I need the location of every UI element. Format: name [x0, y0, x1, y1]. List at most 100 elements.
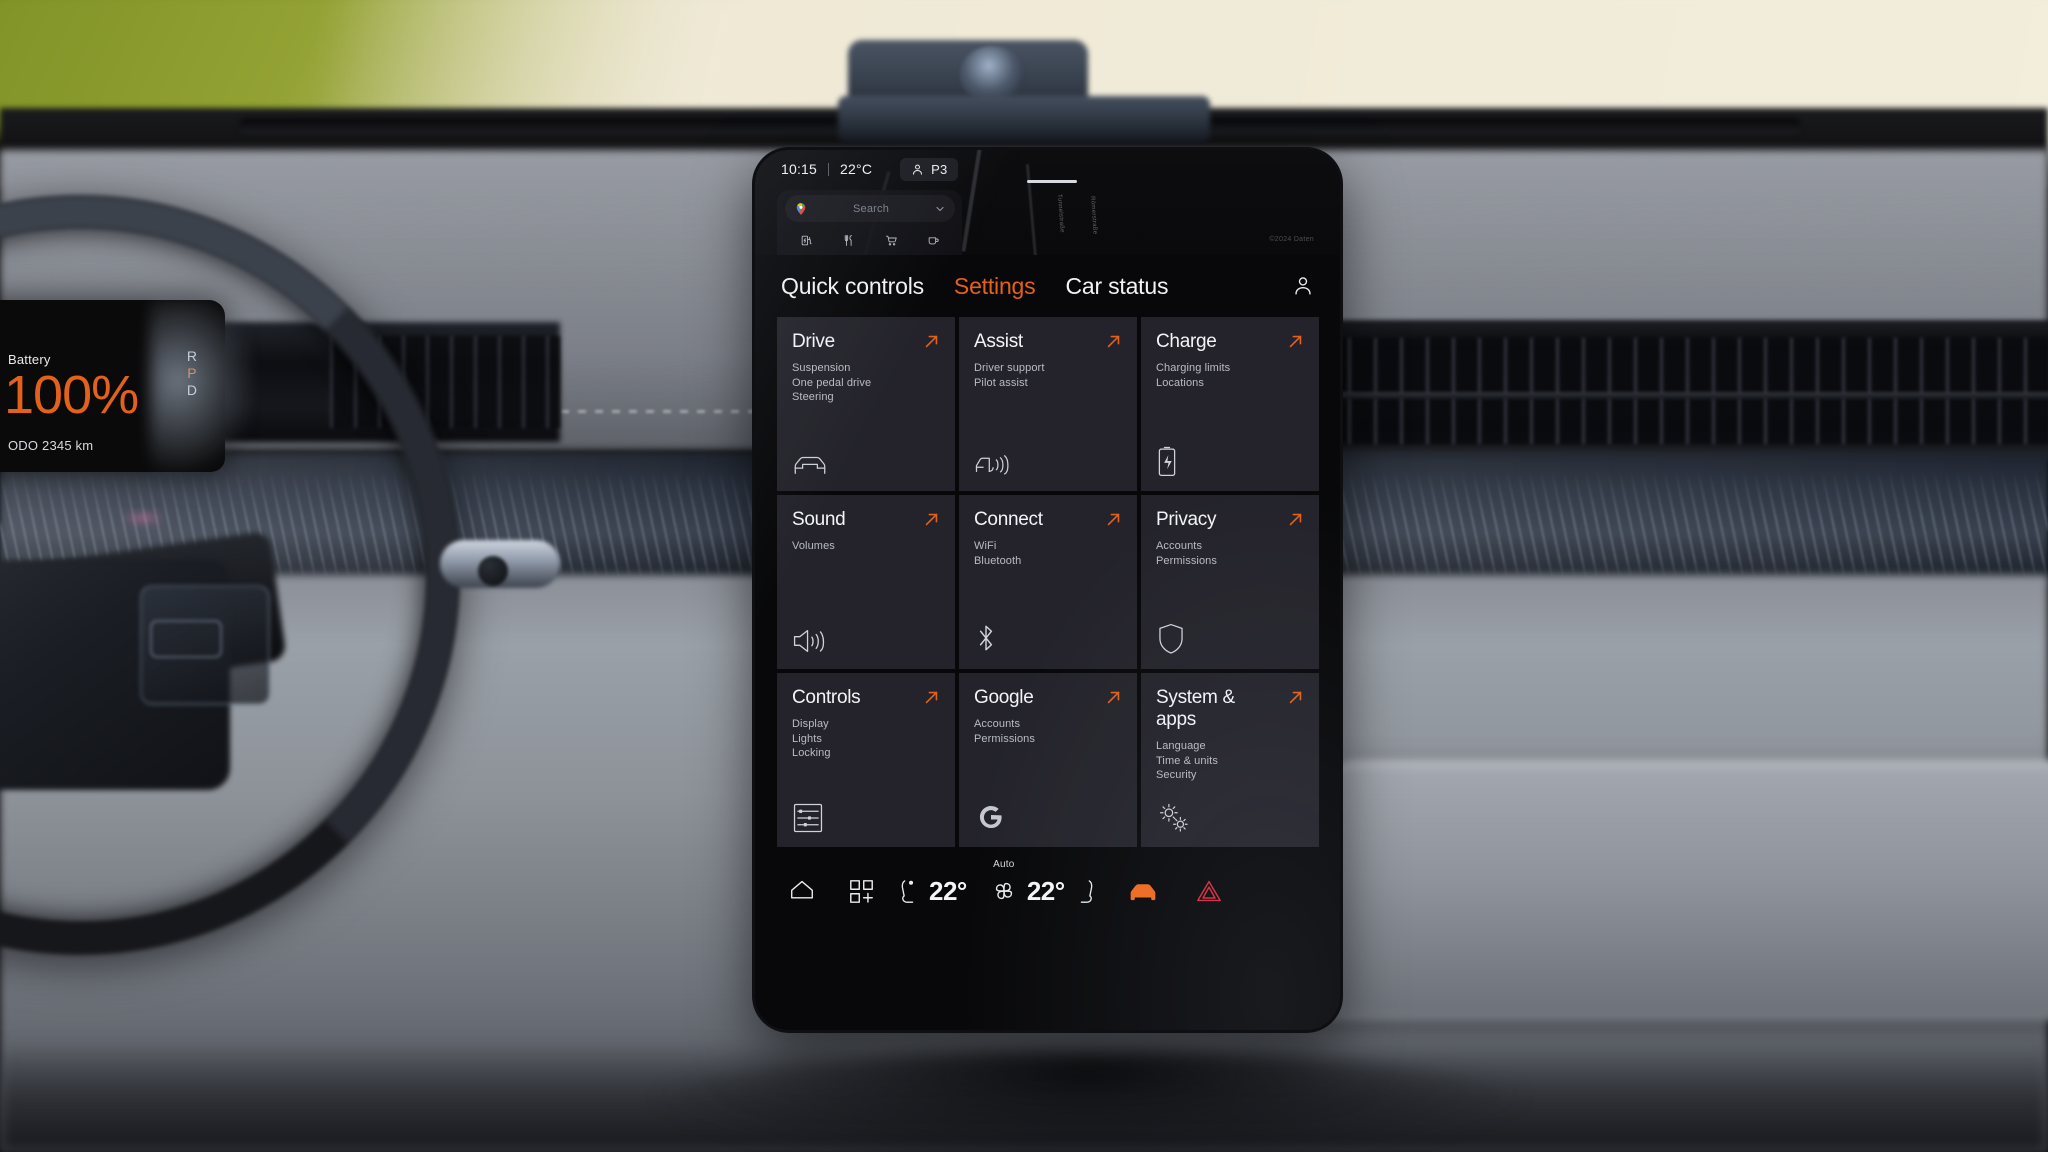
card-header: Sound: [792, 509, 940, 531]
search-placeholder: Search: [852, 202, 890, 215]
arrow-up-right-icon[interactable]: [1105, 333, 1122, 350]
settings-card-charge[interactable]: Charge Charging limits Locations: [1141, 317, 1319, 491]
card-title: Controls: [792, 687, 861, 708]
card-title: Charge: [1156, 331, 1217, 352]
right-temperature-value[interactable]: 22°: [1027, 876, 1065, 907]
driver-instrument-cluster: Battery 100% ODO 2345 km R P D: [0, 300, 225, 472]
card-subitem: Suspension: [792, 362, 851, 374]
settings-card-controls[interactable]: Controls Display Lights Locking: [777, 673, 955, 847]
charging-station-icon[interactable]: [800, 234, 813, 247]
gear-d: D: [186, 382, 197, 398]
card-header: Controls: [792, 687, 940, 709]
main-tab-bar[interactable]: Quick controls Settings Car status: [755, 255, 1340, 317]
card-header: Drive: [792, 331, 940, 353]
sliders-panel-icon: [792, 802, 824, 834]
google-g-logo-icon: [974, 800, 1008, 834]
person-icon: [911, 163, 924, 176]
speaker-waves-icon: [792, 626, 830, 656]
steering-wheel-button[interactable]: [150, 620, 222, 658]
arrow-up-right-icon[interactable]: [1105, 511, 1122, 528]
glovebox-panel: [1300, 760, 2048, 1020]
card-subitems: Suspension One pedal drive Steering: [792, 361, 940, 405]
car-front-icon: [792, 450, 828, 478]
card-subitem: Display: [792, 718, 829, 730]
tab-car-status[interactable]: Car status: [1065, 273, 1168, 300]
card-title: Connect: [974, 509, 1043, 530]
card-subitem: Time & units: [1156, 754, 1218, 767]
card-subitems: Language Time & units Security: [1156, 739, 1304, 783]
arrow-up-right-icon[interactable]: [1287, 689, 1304, 706]
gear-r: R: [186, 348, 197, 364]
google-maps-pin-icon: [794, 202, 808, 216]
card-subitems: Display Lights Locking: [792, 717, 940, 761]
apps-add-icon[interactable]: [849, 879, 874, 904]
arrow-up-right-icon[interactable]: [923, 689, 940, 706]
settings-card-drive[interactable]: Drive Suspension One pedal drive Steerin…: [777, 317, 955, 491]
card-subitem: Driver support: [974, 362, 1045, 374]
settings-card-grid[interactable]: Drive Suspension One pedal drive Steerin…: [777, 317, 1319, 847]
card-header: Connect: [974, 509, 1122, 531]
tab-quick-controls[interactable]: Quick controls: [781, 273, 924, 300]
card-subitem: Accounts: [1156, 540, 1203, 552]
camera-lens: [960, 46, 1024, 102]
card-subitem: One pedal drive: [792, 376, 872, 389]
arrow-up-right-icon[interactable]: [923, 333, 940, 350]
seat-heat-icon[interactable]: [898, 878, 919, 905]
center-infotainment-display[interactable]: Tunnelstraße Römerstraße ©2024 Daten 10:…: [755, 150, 1340, 1030]
shopping-cart-icon[interactable]: [885, 234, 898, 247]
arrow-up-right-icon[interactable]: [923, 511, 940, 528]
arrow-up-right-icon[interactable]: [1105, 689, 1122, 706]
seat-icon[interactable]: [1075, 878, 1096, 905]
steering-wheel-reflection: [120, 510, 166, 526]
card-header: Google: [974, 687, 1122, 709]
settings-card-system-apps[interactable]: System & apps Language Time & units Secu…: [1141, 673, 1319, 847]
left-temperature-value[interactable]: 22°: [929, 876, 967, 907]
hazard-triangle-icon[interactable]: [1196, 879, 1222, 903]
turn-signal-stalk-cap: [478, 556, 508, 586]
card-title: Privacy: [1156, 509, 1217, 530]
card-subitems: Charging limits Locations: [1156, 361, 1304, 390]
card-subitems: Accounts Permissions: [974, 717, 1122, 746]
card-subitems: Driver support Pilot assist: [974, 361, 1122, 390]
card-title: Sound: [792, 509, 846, 530]
profile-avatar-button[interactable]: [1292, 275, 1314, 297]
battery-bolt-icon: [1156, 444, 1178, 478]
arrow-up-right-icon[interactable]: [1287, 511, 1304, 528]
search-input[interactable]: Search: [785, 195, 955, 222]
coffee-cup-icon[interactable]: [927, 234, 940, 247]
chevron-down-icon[interactable]: [934, 203, 946, 215]
card-subitem: Bluetooth: [974, 554, 1022, 567]
bottom-navigation-bar[interactable]: 22° Auto 22°: [755, 850, 1340, 932]
map-street-label: Tunnelstraße: [1056, 194, 1065, 234]
gear-selector-indicator: R P D: [187, 348, 197, 398]
car-sensor-waves-icon: [974, 450, 1012, 478]
restaurant-icon[interactable]: [842, 234, 855, 247]
card-subitem: Charging limits: [1156, 362, 1231, 374]
profile-label: P3: [931, 161, 948, 177]
arrow-up-right-icon[interactable]: [1287, 333, 1304, 350]
card-subitem: Security: [1156, 769, 1197, 781]
card-subitem: Locking: [792, 747, 831, 759]
settings-card-google[interactable]: Google Accounts Permissions: [959, 673, 1137, 847]
bluetooth-icon: [974, 620, 998, 656]
card-header: Privacy: [1156, 509, 1304, 531]
profile-badge[interactable]: P3: [900, 157, 959, 181]
map-category-row[interactable]: [785, 228, 955, 252]
card-header: Assist: [974, 331, 1122, 353]
maps-search-card[interactable]: Search: [777, 190, 962, 255]
settings-card-sound[interactable]: Sound Volumes: [777, 495, 955, 669]
car-icon[interactable]: [1128, 880, 1158, 902]
fan-control[interactable]: Auto: [991, 859, 1017, 904]
card-subitem: Language: [1156, 740, 1206, 752]
fan-icon[interactable]: [991, 878, 1017, 904]
map-street-label: Römerstraße: [1089, 196, 1098, 235]
settings-card-connect[interactable]: Connect WiFi Bluetooth: [959, 495, 1137, 669]
settings-card-assist[interactable]: Assist Driver support Pilot assist: [959, 317, 1137, 491]
tab-settings[interactable]: Settings: [954, 273, 1036, 300]
card-subitem: WiFi: [974, 540, 997, 552]
outside-temperature: 22°C: [840, 161, 873, 177]
settings-card-privacy[interactable]: Privacy Accounts Permissions: [1141, 495, 1319, 669]
card-subitem: Accounts: [974, 718, 1021, 730]
status-divider: [828, 162, 830, 176]
home-icon[interactable]: [789, 879, 815, 903]
